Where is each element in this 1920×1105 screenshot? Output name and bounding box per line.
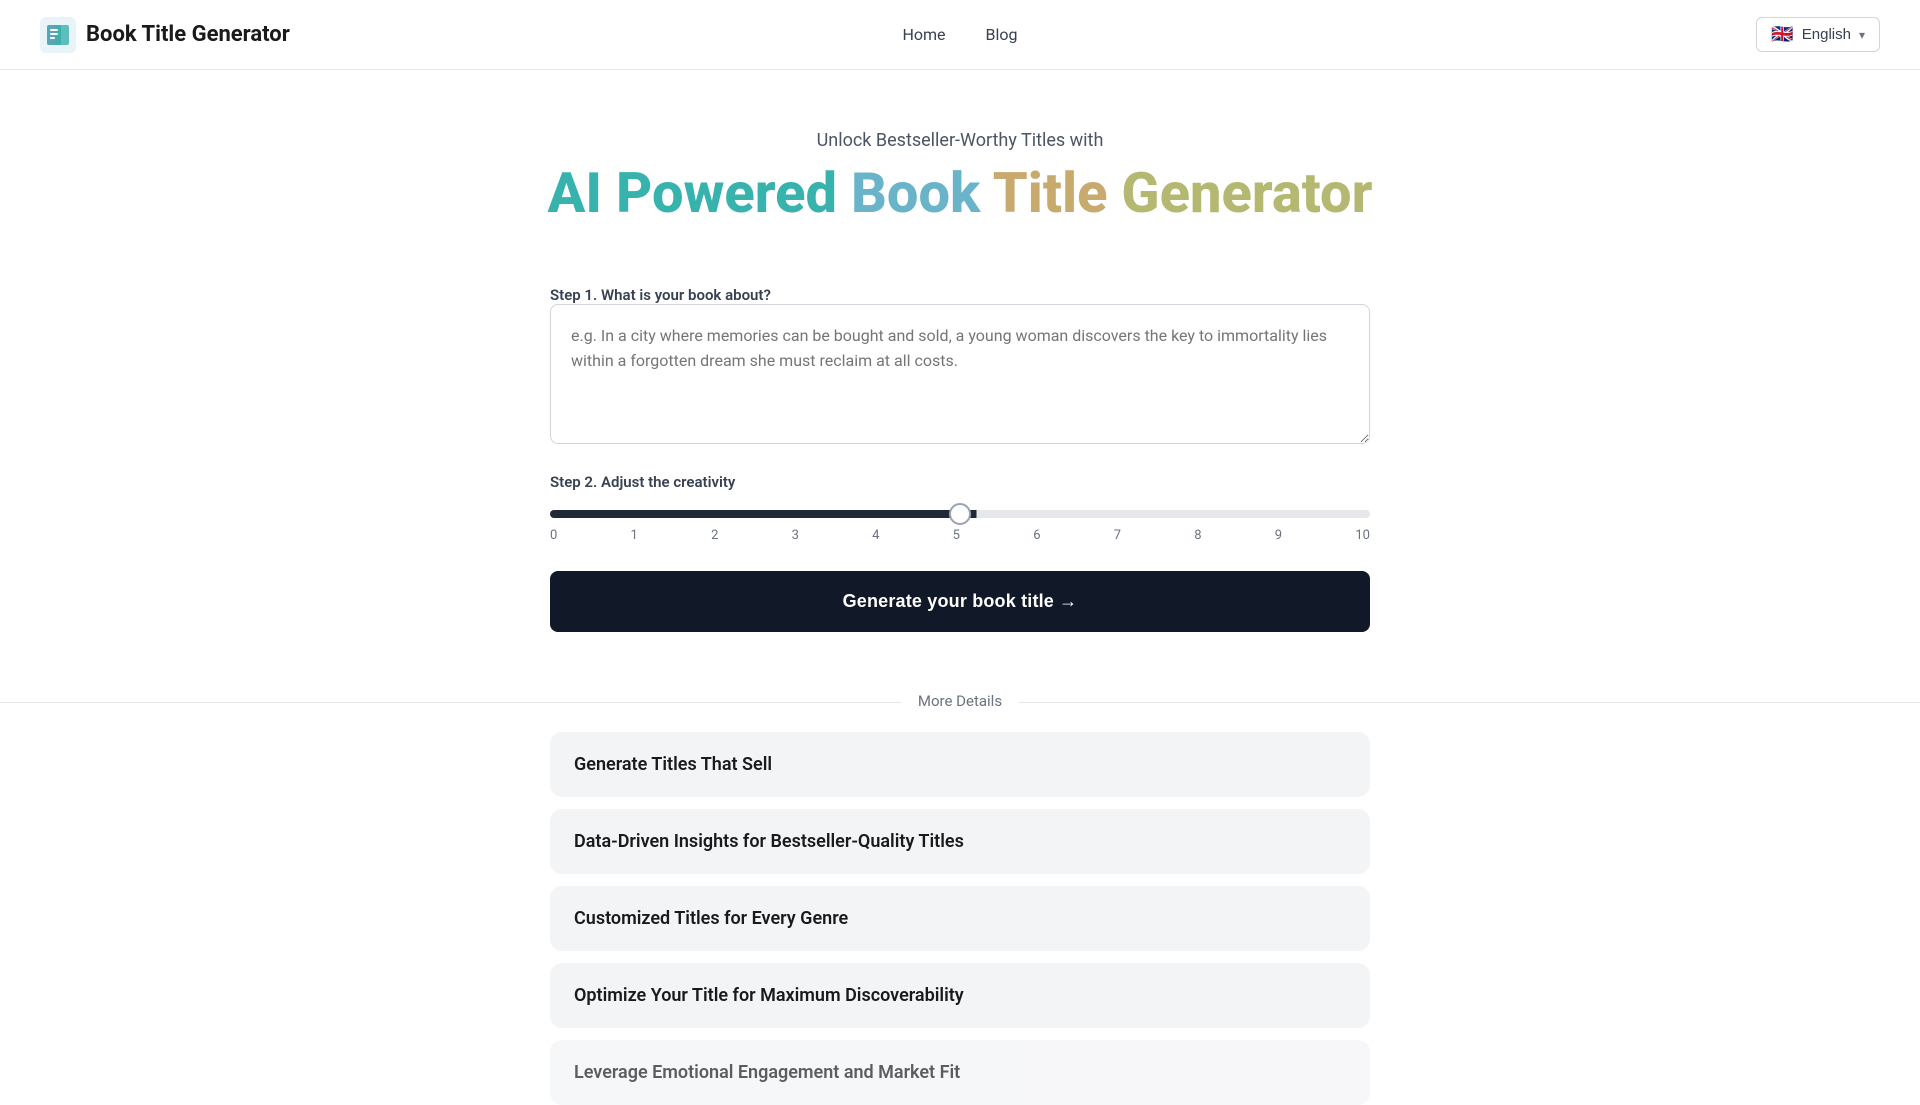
title-word-ai: AI [548, 160, 603, 226]
chevron-down-icon: ▾ [1859, 28, 1865, 42]
book-description-input[interactable] [550, 304, 1370, 444]
hero-subtitle: Unlock Bestseller-Worthy Titles with [40, 130, 1880, 151]
slider-tick-0: 0 [550, 528, 557, 543]
logo-icon [40, 17, 76, 53]
divider-section: More Details [0, 702, 1920, 722]
logo-area: Book Title Generator [40, 17, 290, 53]
form-section: Step 1. What is your book about? Step 2.… [510, 265, 1410, 652]
hero-section: Unlock Bestseller-Worthy Titles with AI … [0, 70, 1920, 265]
slider-tick-9: 9 [1275, 528, 1282, 543]
title-word-book: Book [851, 160, 980, 226]
nav-home[interactable]: Home [902, 25, 945, 44]
language-selector[interactable]: 🇬🇧 English ▾ [1756, 17, 1880, 52]
slider-tick-3: 3 [792, 528, 799, 543]
slider-tick-7: 7 [1114, 528, 1121, 543]
slider-tick-5: 5 [953, 528, 960, 543]
site-header: Book Title Generator Home Blog 🇬🇧 Englis… [0, 0, 1920, 70]
title-word-powered: Powered [616, 160, 837, 226]
main-nav: Home Blog [902, 25, 1017, 44]
title-word-title: Title [993, 160, 1108, 226]
detail-card-2[interactable]: Customized Titles for Every Genre [550, 886, 1370, 951]
slider-tick-4: 4 [872, 528, 879, 543]
flag-icon: 🇬🇧 [1771, 24, 1793, 45]
slider-tick-10: 10 [1355, 528, 1370, 543]
language-label: English [1802, 26, 1851, 43]
step2-label: Step 2. Adjust the creativity [550, 473, 735, 491]
details-section: Generate Titles That Sell Data-Driven In… [510, 732, 1410, 1105]
creativity-slider[interactable] [550, 510, 1370, 518]
step1-label: Step 1. What is your book about? [550, 286, 771, 304]
creativity-section: Step 2. Adjust the creativity 0 1 2 3 4 … [550, 472, 1370, 543]
slider-tick-8: 8 [1194, 528, 1201, 543]
slider-labels: 0 1 2 3 4 5 6 7 8 9 10 [550, 528, 1370, 543]
slider-tick-2: 2 [711, 528, 718, 543]
slider-tick-6: 6 [1033, 528, 1040, 543]
site-title: Book Title Generator [86, 22, 290, 47]
nav-blog[interactable]: Blog [986, 25, 1018, 44]
slider-tick-1: 1 [631, 528, 638, 543]
detail-card-0[interactable]: Generate Titles That Sell [550, 732, 1370, 797]
title-word-generator: Generator [1121, 160, 1372, 226]
generate-button[interactable]: Generate your book title → [550, 571, 1370, 632]
detail-card-4[interactable]: Leverage Emotional Engagement and Market… [550, 1040, 1370, 1105]
more-details-label: More Details [902, 692, 1018, 710]
detail-card-1[interactable]: Data-Driven Insights for Bestseller-Qual… [550, 809, 1370, 874]
detail-card-3[interactable]: Optimize Your Title for Maximum Discover… [550, 963, 1370, 1028]
slider-container: 0 1 2 3 4 5 6 7 8 9 10 [550, 503, 1370, 543]
hero-title: AI Powered Book Title Generator [40, 163, 1880, 225]
